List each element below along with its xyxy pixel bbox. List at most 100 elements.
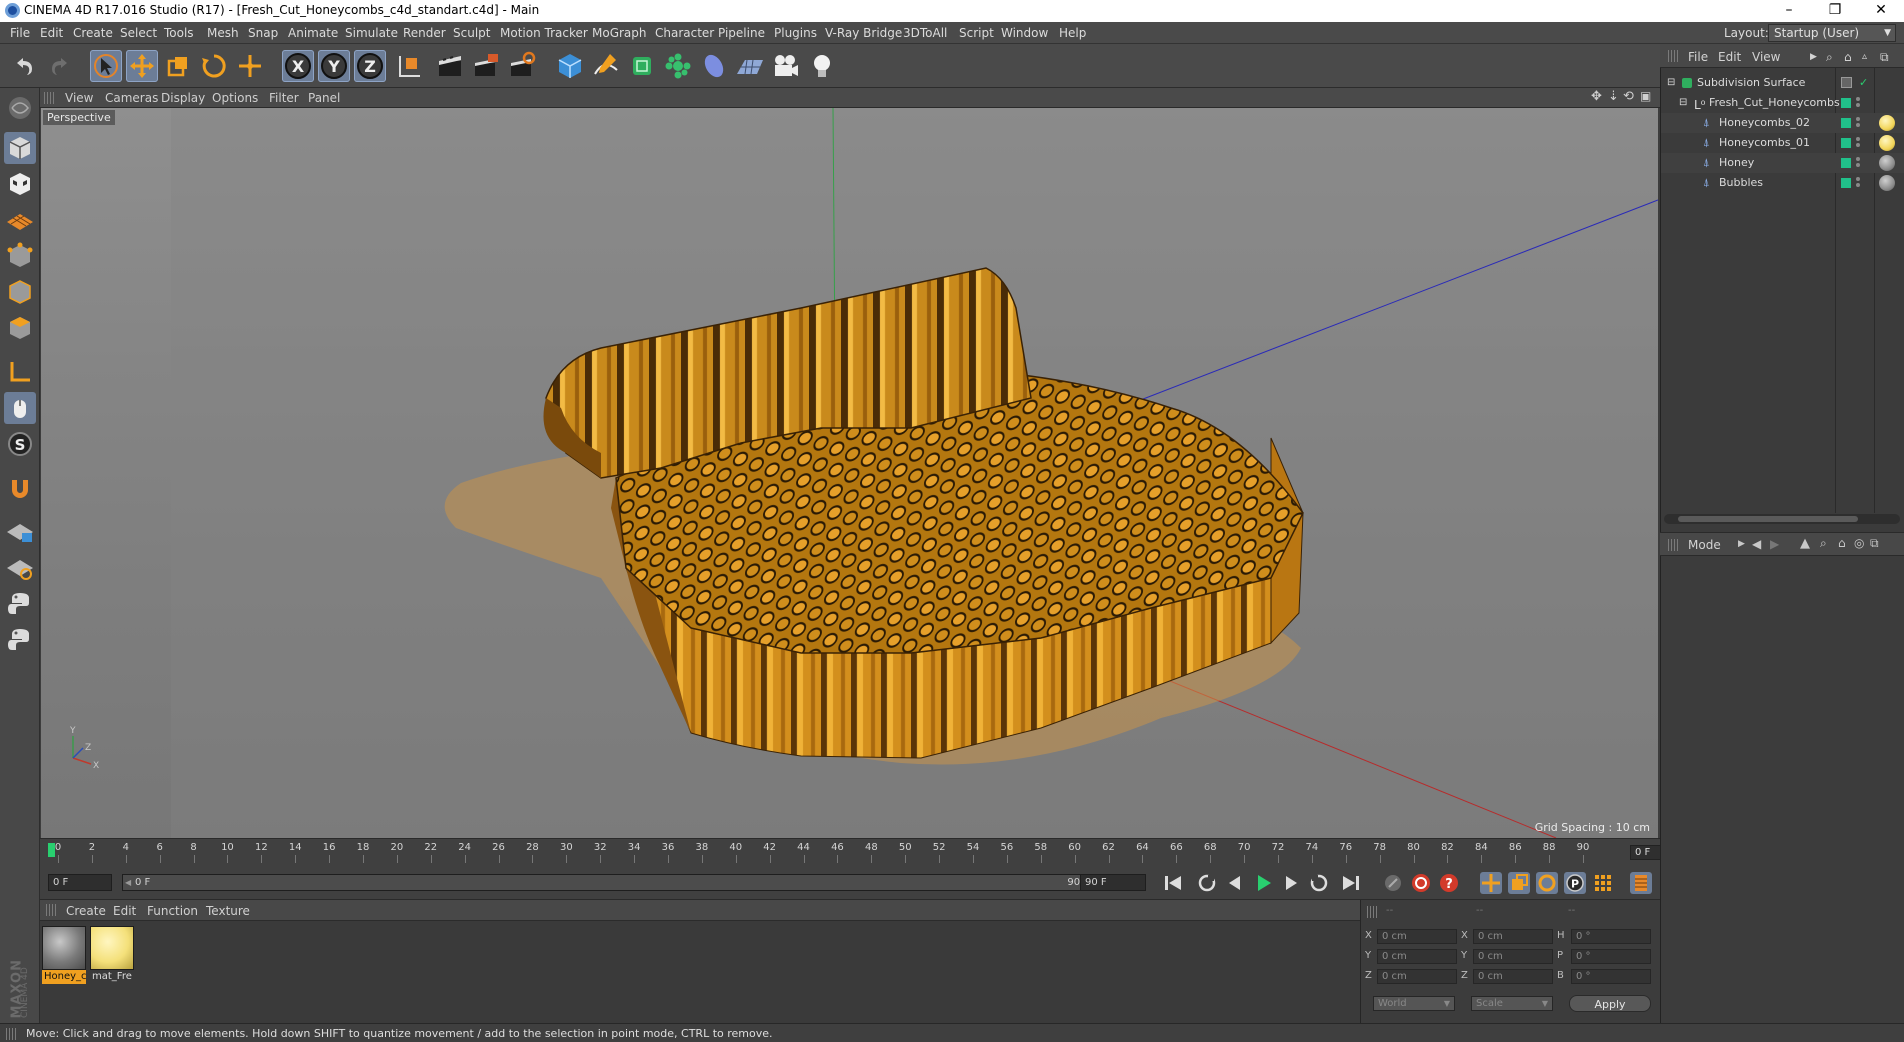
object-menu-view[interactable]: View	[1752, 50, 1780, 64]
menu-simulate[interactable]: Simulate	[345, 26, 398, 40]
viewport-menu-display[interactable]: Display	[161, 91, 205, 105]
autokeying-icon[interactable]: ?	[1438, 872, 1460, 894]
viewport-menu-panel[interactable]: Panel	[308, 91, 340, 105]
menu-animate[interactable]: Animate	[288, 26, 338, 40]
tweak-mode-icon[interactable]	[4, 392, 36, 424]
visibility-toggle[interactable]	[1841, 178, 1851, 188]
coord-size-mode-select[interactable]: Scale ▼	[1471, 996, 1553, 1011]
timeline-ruler[interactable]: 0 2 4 6 8 10 12 14 16 18 20 22 24 26 28 30 32 34 36 38 40 42 4…	[40, 838, 1694, 864]
menu-sculpt[interactable]: Sculpt	[453, 26, 490, 40]
menu-character[interactable]: Character	[655, 26, 714, 40]
motion-record-icon[interactable]	[1382, 872, 1404, 894]
forward-arrow-icon[interactable]: ▶	[1770, 537, 1779, 551]
material-menu-create[interactable]: Create	[66, 904, 106, 918]
coord-size-y-input[interactable]: 0 cm	[1473, 949, 1553, 964]
visibility-toggle[interactable]	[1841, 138, 1851, 148]
menu-script[interactable]: Script	[959, 26, 994, 40]
material-swatch-honey[interactable]: Honey_c	[42, 926, 86, 984]
cloner-icon[interactable]	[662, 50, 694, 82]
object-row-subdivision[interactable]: ⊟ Subdivision Surface ✓	[1661, 73, 1904, 93]
editor-render-dots[interactable]	[1856, 95, 1860, 111]
x-axis-icon[interactable]: X	[282, 50, 314, 82]
z-axis-icon[interactable]: Z	[354, 50, 386, 82]
play-icon[interactable]	[1252, 872, 1274, 894]
layer-icon[interactable]	[1841, 77, 1852, 88]
coord-rot-h-input[interactable]: 0 °	[1571, 929, 1651, 944]
coord-pos-z-input[interactable]: 0 cm	[1377, 969, 1457, 984]
goto-start-icon[interactable]	[1162, 872, 1184, 894]
current-frame-field[interactable]: 0 F	[48, 874, 112, 891]
rotate-icon[interactable]	[198, 50, 230, 82]
collapse-icon[interactable]: ⊟	[1667, 73, 1675, 93]
goto-end-icon[interactable]	[1340, 872, 1362, 894]
panel-grip-icon[interactable]	[1668, 50, 1678, 62]
panel-grip-icon[interactable]	[44, 92, 54, 104]
timeline-window-icon[interactable]	[1630, 872, 1652, 894]
object-row-honeycombs-01[interactable]: ⍋ Honeycombs_01	[1661, 133, 1904, 153]
viewport-dolly-icon[interactable]: ⇣	[1608, 89, 1619, 104]
lock-workplane-icon[interactable]	[4, 516, 36, 548]
texture-mode-icon[interactable]	[4, 168, 36, 200]
viewport-menu-view[interactable]: View	[65, 91, 93, 105]
menu-tools[interactable]: Tools	[164, 26, 194, 40]
material-menu-function[interactable]: Function	[147, 904, 198, 918]
3d-viewport[interactable]: Y X Z Perspective Grid Spacing : 10 cm	[41, 108, 1658, 838]
menu-render[interactable]: Render	[403, 26, 446, 40]
editor-render-dots[interactable]	[1856, 175, 1860, 191]
back-arrow-icon[interactable]: ◀	[1752, 537, 1761, 551]
edit-render-settings-icon[interactable]	[506, 50, 538, 82]
planar-workplane-icon[interactable]	[4, 552, 36, 584]
panel-grip-icon[interactable]	[46, 904, 56, 916]
menu-mesh[interactable]: Mesh	[207, 26, 239, 40]
python-script-icon[interactable]	[4, 624, 36, 656]
coord-size-x-input[interactable]: 0 cm	[1473, 929, 1553, 944]
attribute-expand-icon[interactable]: ▶	[1738, 539, 1745, 549]
enabled-check-icon[interactable]: ✓	[1859, 73, 1868, 93]
editor-render-dots[interactable]	[1856, 135, 1860, 151]
menu-mograph[interactable]: MoGraph	[592, 26, 647, 40]
material-tag-icon[interactable]	[1879, 115, 1895, 131]
object-menu-file[interactable]: File	[1688, 50, 1708, 64]
layout-select[interactable]: Startup (User) ▼	[1768, 24, 1896, 42]
maximize-button[interactable]: ❐	[1812, 0, 1858, 22]
collapse-icon[interactable]: ⊟	[1679, 93, 1687, 113]
transform-icon[interactable]	[234, 50, 266, 82]
light-icon[interactable]	[806, 50, 838, 82]
y-axis-icon[interactable]: Y	[318, 50, 350, 82]
menu-snap[interactable]: Snap	[248, 26, 278, 40]
search-icon[interactable]: ⌕	[1820, 536, 1827, 551]
material-menu-edit[interactable]: Edit	[113, 904, 136, 918]
redo-icon[interactable]	[44, 50, 76, 82]
floor-icon[interactable]	[734, 50, 766, 82]
scale-icon[interactable]	[162, 50, 194, 82]
render-picture-viewer-icon[interactable]	[470, 50, 502, 82]
search-icon[interactable]: ⌕	[1826, 50, 1833, 65]
object-row-fresh-cut[interactable]: ⊟ L⁰ Fresh_Cut_Honeycombs	[1661, 93, 1904, 113]
preview-range-slider[interactable]: ◀ 0 F 90 F ▶	[122, 874, 1112, 891]
coord-pos-x-input[interactable]: 0 cm	[1377, 929, 1457, 944]
polygons-mode-icon[interactable]	[4, 312, 36, 344]
editor-render-dots[interactable]	[1856, 115, 1860, 131]
model-mode-icon[interactable]	[4, 132, 36, 164]
viewport-maximize-icon[interactable]: ▣	[1640, 89, 1651, 103]
pen-spline-icon[interactable]	[590, 50, 622, 82]
object-row-honey[interactable]: ⍋ Honey	[1661, 153, 1904, 173]
python-icon[interactable]	[4, 588, 36, 620]
home-icon[interactable]: ⌂	[1844, 50, 1852, 64]
solo-icon[interactable]: S	[4, 428, 36, 460]
next-frame-icon[interactable]	[1280, 872, 1302, 894]
move-icon[interactable]	[126, 50, 158, 82]
settings-icon[interactable]: ◎	[1854, 536, 1864, 550]
next-key-icon[interactable]	[1308, 872, 1330, 894]
menu-select[interactable]: Select	[120, 26, 157, 40]
object-row-bubbles[interactable]: ⍋ Bubbles	[1661, 173, 1904, 193]
live-selection-icon[interactable]	[90, 50, 122, 82]
up-arrow-icon[interactable]: ▲	[1800, 536, 1810, 551]
previous-frame-icon[interactable]	[1224, 872, 1246, 894]
object-menu-expand-icon[interactable]: ▶	[1810, 52, 1817, 62]
make-editable-icon[interactable]	[4, 92, 36, 124]
material-tag-icon[interactable]	[1879, 135, 1895, 151]
viewport-menu-options[interactable]: Options	[212, 91, 258, 105]
viewport-rotate-icon[interactable]: ⟲	[1623, 89, 1634, 104]
visibility-toggle[interactable]	[1841, 158, 1851, 168]
